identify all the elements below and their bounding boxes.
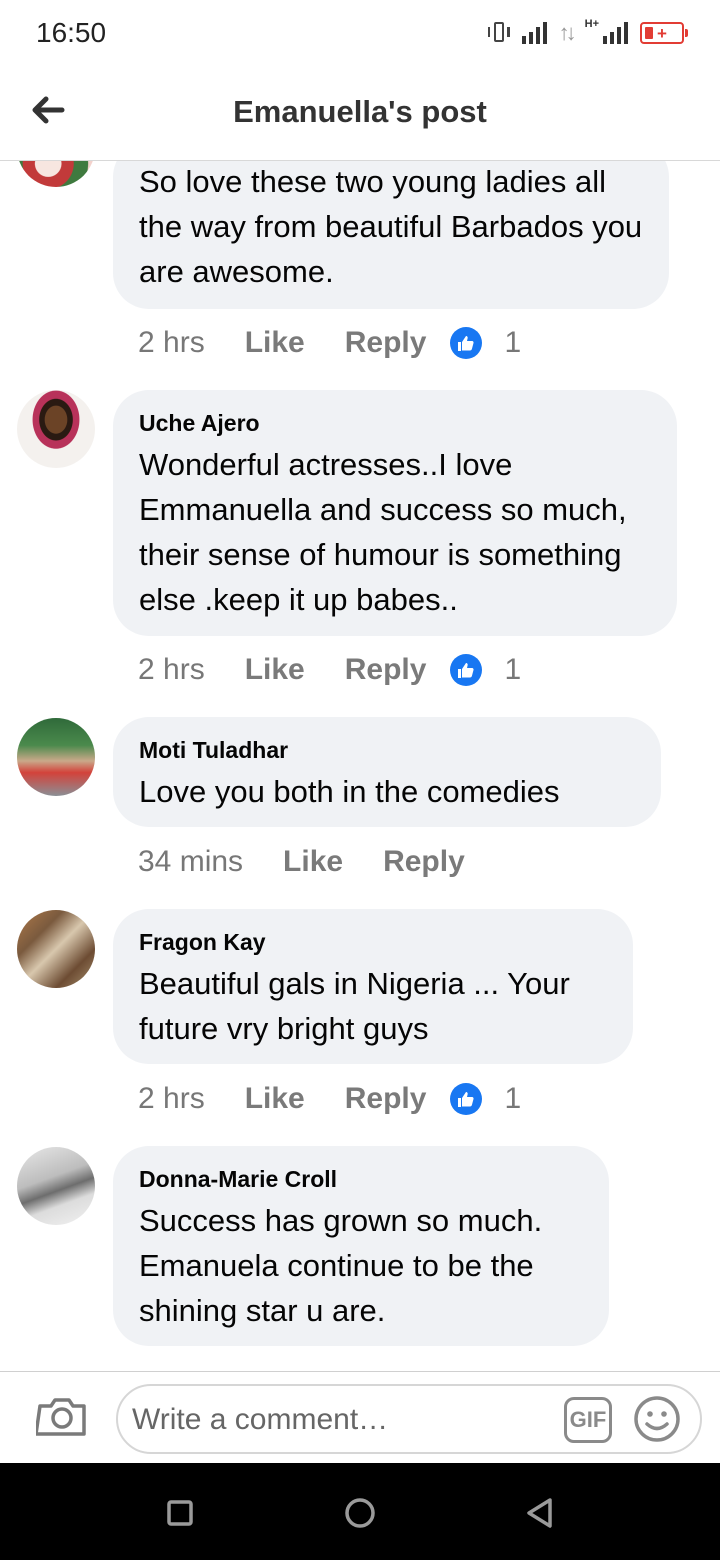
system-navbar bbox=[0, 1463, 720, 1560]
thumbs-up-icon[interactable] bbox=[450, 327, 483, 359]
reply-button[interactable]: Reply bbox=[345, 1082, 427, 1116]
comment-bubble[interactable]: Donna-Marie Croll Success has grown so m… bbox=[113, 1146, 609, 1346]
comment-actions: 2 hrs Like Reply 1 bbox=[138, 323, 521, 363]
comment-author[interactable]: Moti Tuladhar bbox=[139, 735, 635, 765]
like-button[interactable]: Like bbox=[245, 326, 305, 360]
comment-actions: 2 hrs Like Reply 1 bbox=[138, 650, 521, 690]
back-icon[interactable] bbox=[520, 1493, 560, 1533]
comment-actions: 2 hrs Like Reply 1 bbox=[138, 1079, 521, 1119]
comment-text: Love you both in the comedies bbox=[139, 774, 560, 809]
comment-input[interactable] bbox=[132, 1400, 552, 1440]
avatar[interactable] bbox=[17, 1147, 95, 1225]
status-icons: ↑↓ H+ + bbox=[487, 16, 688, 50]
emoji-icon[interactable] bbox=[632, 1394, 682, 1444]
comment-time: 2 hrs bbox=[138, 1082, 205, 1115]
camera-icon[interactable] bbox=[36, 1394, 88, 1438]
comment-text: Wonderful actresses..I love Emmanuella a… bbox=[139, 447, 627, 617]
reaction-count: 1 bbox=[504, 326, 522, 359]
comment-text: Beautiful gals in Nigeria ... Your futur… bbox=[139, 966, 570, 1046]
signal-icon bbox=[521, 22, 547, 44]
signal-h-plus-icon bbox=[603, 22, 628, 44]
comment-actions: 34 mins Like Reply bbox=[138, 842, 465, 882]
like-button[interactable]: Like bbox=[283, 845, 343, 879]
status-time: 16:50 bbox=[36, 17, 107, 48]
recent-apps-icon[interactable] bbox=[160, 1493, 200, 1533]
vibrate-icon bbox=[487, 20, 510, 46]
reaction-count: 1 bbox=[504, 653, 522, 686]
comment-box[interactable]: GIF bbox=[116, 1384, 702, 1454]
comment-bubble[interactable]: Uche Ajero Wonderful actresses..I love E… bbox=[113, 390, 677, 636]
avatar[interactable] bbox=[17, 390, 95, 468]
reply-button[interactable]: Reply bbox=[345, 653, 427, 687]
comment-text: Success has grown so much. Emanuela cont… bbox=[139, 1203, 543, 1328]
home-icon[interactable] bbox=[340, 1493, 380, 1533]
like-button[interactable]: Like bbox=[245, 1082, 305, 1116]
gif-button[interactable]: GIF bbox=[564, 1397, 612, 1443]
like-button[interactable]: Like bbox=[245, 653, 305, 687]
comment-time: 34 mins bbox=[138, 845, 244, 878]
thumbs-up-icon[interactable] bbox=[450, 1083, 483, 1115]
battery-icon: + bbox=[640, 22, 688, 44]
thumbs-up-icon[interactable] bbox=[450, 654, 483, 686]
page-title: Emanuella's post bbox=[233, 94, 487, 129]
comment-author[interactable]: Donna-Marie Croll bbox=[139, 1164, 583, 1194]
comment-bubble[interactable]: So love these two young ladies all the w… bbox=[113, 161, 669, 309]
avatar[interactable] bbox=[17, 161, 95, 187]
comment-feed[interactable]: So love these two young ladies all the w… bbox=[0, 161, 720, 1371]
app-header: Emanuella's post bbox=[0, 66, 720, 161]
comment-time: 2 hrs bbox=[138, 653, 205, 686]
avatar[interactable] bbox=[17, 910, 95, 988]
comment-author[interactable]: Fragon Kay bbox=[139, 927, 607, 957]
comment-bubble[interactable]: Fragon Kay Beautiful gals in Nigeria ...… bbox=[113, 909, 633, 1064]
comment-text: So love these two young ladies all the w… bbox=[139, 164, 643, 289]
comment-composer: GIF bbox=[0, 1371, 720, 1463]
comment-author[interactable]: Uche Ajero bbox=[139, 408, 651, 438]
avatar[interactable] bbox=[17, 718, 95, 796]
reaction-count: 1 bbox=[504, 1082, 522, 1115]
reply-button[interactable]: Reply bbox=[383, 845, 465, 879]
comment-bubble[interactable]: Moti Tuladhar Love you both in the comed… bbox=[113, 717, 661, 827]
network-type-label: H+ bbox=[584, 18, 599, 30]
comment-time: 2 hrs bbox=[138, 326, 205, 359]
reply-button[interactable]: Reply bbox=[345, 326, 427, 360]
status-bar: 16:50 ↑↓ H+ + bbox=[0, 0, 720, 66]
data-arrows-icon: ↑↓ bbox=[558, 20, 577, 45]
